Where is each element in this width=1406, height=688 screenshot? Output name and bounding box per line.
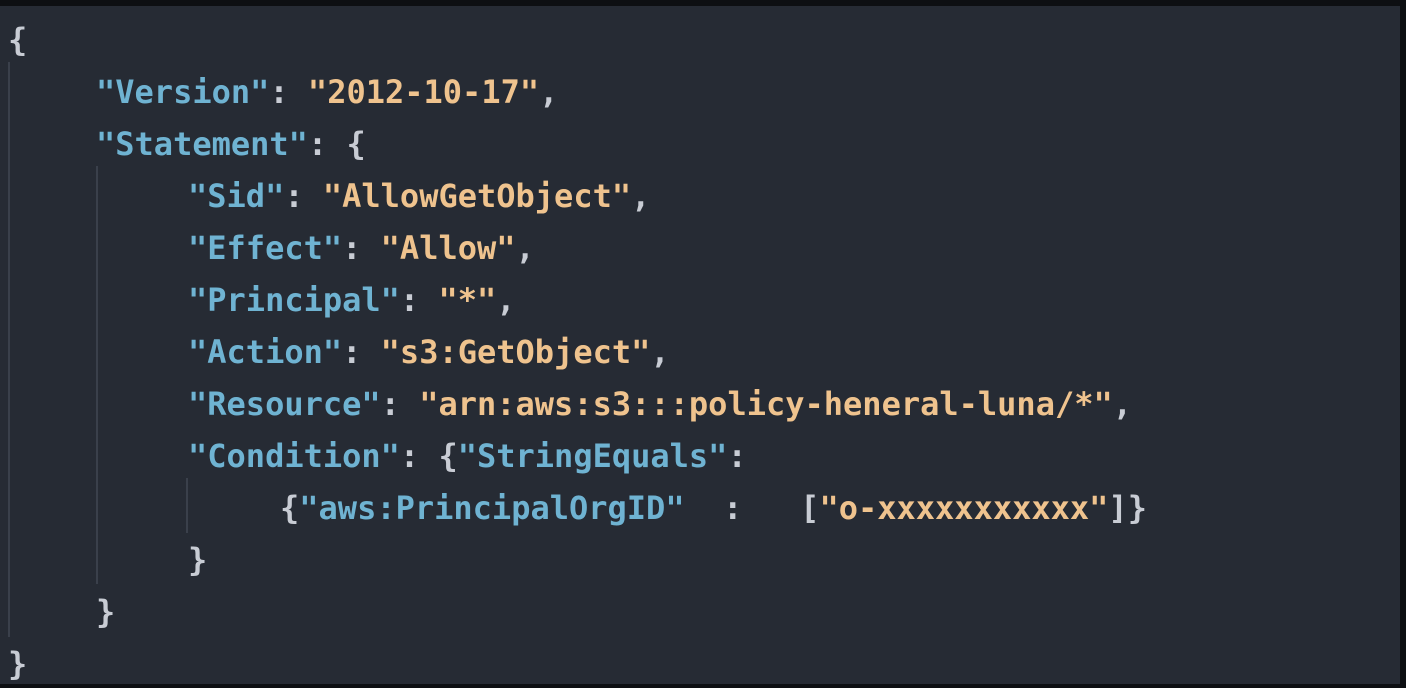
code-token: "arn:aws:s3:::policy-heneral-luna/*" [419, 385, 1113, 423]
code-token: : [727, 437, 747, 475]
code-token: "Effect" [188, 229, 343, 267]
code-token: : [284, 177, 323, 215]
code-editor[interactable]: {"Version": "2012-10-17", "Statement": {"… [0, 6, 1400, 684]
code-token: "Condition" [188, 437, 400, 475]
code-line: "Effect": "Allow", [188, 222, 535, 274]
code-token: , [496, 281, 516, 319]
code-line: } [188, 534, 207, 586]
code-token: , [515, 229, 535, 267]
code-token: { [8, 21, 28, 59]
code-token: } [8, 645, 28, 683]
code-line: {"aws:PrincipalOrgID" : ["o-xxxxxxxxxxx"… [280, 482, 1147, 534]
code-line: "Version": "2012-10-17", [96, 66, 558, 118]
indent-guide [96, 166, 98, 584]
code-token: , [650, 333, 670, 371]
code-token: [ [800, 489, 820, 527]
code-line: "Condition": {"StringEquals": [188, 430, 747, 482]
code-line: "Resource": "arn:aws:s3:::policy-heneral… [188, 378, 1132, 430]
code-line: "Statement": { [96, 118, 366, 170]
code-token: "AllowGetObject" [322, 177, 632, 215]
code-token: "Statement" [96, 125, 308, 163]
code-token: } [96, 593, 116, 631]
code-token: , [539, 73, 559, 111]
code-line: { [8, 14, 27, 66]
code-token: , [1112, 385, 1133, 423]
code-token: "s3:GetObject" [380, 333, 651, 371]
code-token: , [631, 177, 651, 215]
indent-guide [8, 62, 10, 637]
code-line: } [8, 638, 27, 684]
code-token: "Action" [188, 333, 343, 371]
code-token: : [380, 385, 420, 423]
code-line: } [96, 586, 115, 638]
code-token: : [342, 333, 381, 371]
code-token: { [438, 437, 458, 475]
indent-guide [186, 478, 188, 533]
code-token: : [269, 73, 308, 111]
code-token: "2012-10-17" [307, 73, 540, 111]
code-token: "*" [438, 281, 497, 319]
code-line: "Sid": "AllowGetObject", [188, 170, 650, 222]
code-token: "aws:PrincipalOrgID" [299, 489, 685, 527]
code-token: "Principal" [188, 281, 400, 319]
code-token: } [188, 541, 208, 579]
code-token: : [342, 229, 381, 267]
code-line: "Principal": "*", [188, 274, 516, 326]
code-token: "Allow" [380, 229, 516, 267]
code-token: ]} [1108, 489, 1147, 527]
code-token: "o-xxxxxxxxxxx" [819, 489, 1109, 527]
code-token: { [280, 489, 300, 527]
code-token: : [307, 125, 347, 163]
code-token: "Sid" [188, 177, 285, 215]
code-token: { [346, 125, 366, 163]
code-token: : [399, 281, 439, 319]
code-token: "Resource" [188, 385, 381, 423]
code-token: : [399, 437, 439, 475]
code-token: "StringEquals" [457, 437, 728, 475]
code-line: "Action": "s3:GetObject", [188, 326, 670, 378]
code-token: : [684, 489, 801, 527]
code-token: "Version" [96, 73, 270, 111]
